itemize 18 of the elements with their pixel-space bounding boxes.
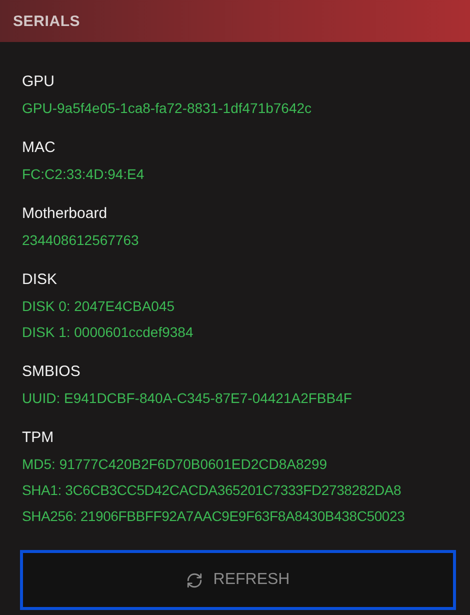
field-label: SMBIOS bbox=[22, 362, 80, 382]
field-label: Motherboard bbox=[22, 204, 108, 224]
field-label: TPM bbox=[22, 428, 54, 448]
field-label: DISK bbox=[22, 270, 58, 290]
field-value: MD5: 91777C420B2F6D70B0601ED2CD8A8299 bbox=[22, 455, 328, 474]
field-label: MAC bbox=[22, 138, 56, 158]
field-value: DISK 1: 0000601ccdef9384 bbox=[22, 323, 194, 342]
refresh-button[interactable]: REFRESH bbox=[20, 550, 456, 610]
field-value: 234408612567763 bbox=[22, 231, 139, 250]
header-title: SERIALS bbox=[13, 12, 80, 30]
field-label: GPU bbox=[22, 72, 55, 92]
field-value: SHA256: 21906FBBFF92A7AAC9E9F63F8A8430B438C50023 bbox=[22, 507, 405, 526]
field-value: SHA1: 3C6CB3CC5D42CACDA365201C7333FD2738282DA8 bbox=[22, 481, 402, 500]
refresh-icon bbox=[186, 572, 204, 588]
field-value: FC:C2:33:4D:94:E4 bbox=[22, 165, 144, 184]
field-value: GPU-9a5f4e05-1ca8-fa72-8831-1df471b7642c bbox=[22, 99, 312, 118]
field-value: DISK 0: 2047E4CBA045 bbox=[22, 297, 175, 316]
field-value: UUID: E941DCBF-840A-C345-87E7-04421A2FBB4F bbox=[22, 389, 352, 408]
